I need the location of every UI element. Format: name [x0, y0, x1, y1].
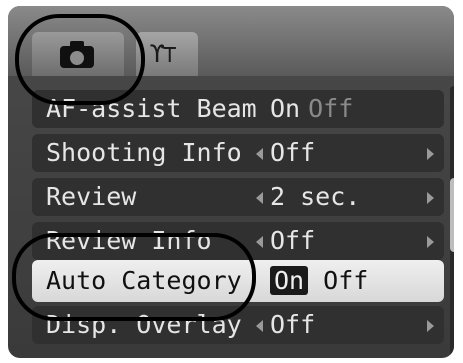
menu-item-af-assist-beam[interactable]: AF-assist Beam On Off	[32, 90, 444, 128]
menu-item-review-info[interactable]: Review Info Off	[32, 222, 444, 260]
scrollbar[interactable]	[450, 86, 454, 356]
scroll-thumb[interactable]	[450, 178, 454, 252]
camera-menu-screen: ϒ⊤ AF-assist Beam On Off Shooting Info Of…	[8, 6, 454, 358]
menu-item-label: AF-assist Beam	[46, 94, 257, 123]
menu-item-label: Review Info	[46, 226, 212, 255]
option-off[interactable]: Off	[323, 266, 368, 295]
option-off: Off	[308, 94, 354, 123]
tab-shooting[interactable]	[32, 32, 124, 76]
menu-item-disp-overlay[interactable]: Disp. Overlay Off	[32, 306, 444, 344]
menu-item-review[interactable]: Review 2 sec.	[32, 178, 444, 216]
menu-item-label: Disp. Overlay	[46, 310, 242, 339]
left-arrow-icon	[256, 192, 263, 204]
on-off-selector: On Off	[270, 94, 353, 123]
right-arrow-icon	[427, 192, 434, 204]
menu-item-shooting-info[interactable]: Shooting Info Off	[32, 134, 444, 172]
left-arrow-icon	[256, 320, 263, 332]
menu-item-value: 2 sec.	[270, 182, 361, 211]
tab-bar: ϒ⊤	[8, 6, 454, 76]
menu-item-label: Review	[46, 182, 137, 211]
menu-item-auto-category[interactable]: Auto Category On Off	[32, 260, 444, 302]
left-arrow-icon	[256, 148, 263, 160]
menu-item-value: Off	[270, 138, 316, 167]
tab-setup[interactable]: ϒ⊤	[136, 32, 198, 76]
on-off-selector: On Off	[270, 266, 368, 295]
right-arrow-icon	[427, 148, 434, 160]
left-arrow-icon	[256, 236, 263, 248]
tools-icon: ϒ⊤	[150, 40, 177, 68]
right-arrow-icon	[427, 236, 434, 248]
camera-lens-icon	[70, 51, 84, 65]
menu-item-label: Shooting Info	[46, 138, 242, 167]
menu-item-value: Off	[270, 226, 316, 255]
menu-item-value: Off	[270, 310, 316, 339]
option-on-selected[interactable]: On	[270, 266, 309, 295]
menu-item-label: Auto Category	[46, 266, 242, 295]
right-arrow-icon	[427, 320, 434, 332]
option-on: On	[270, 94, 301, 123]
